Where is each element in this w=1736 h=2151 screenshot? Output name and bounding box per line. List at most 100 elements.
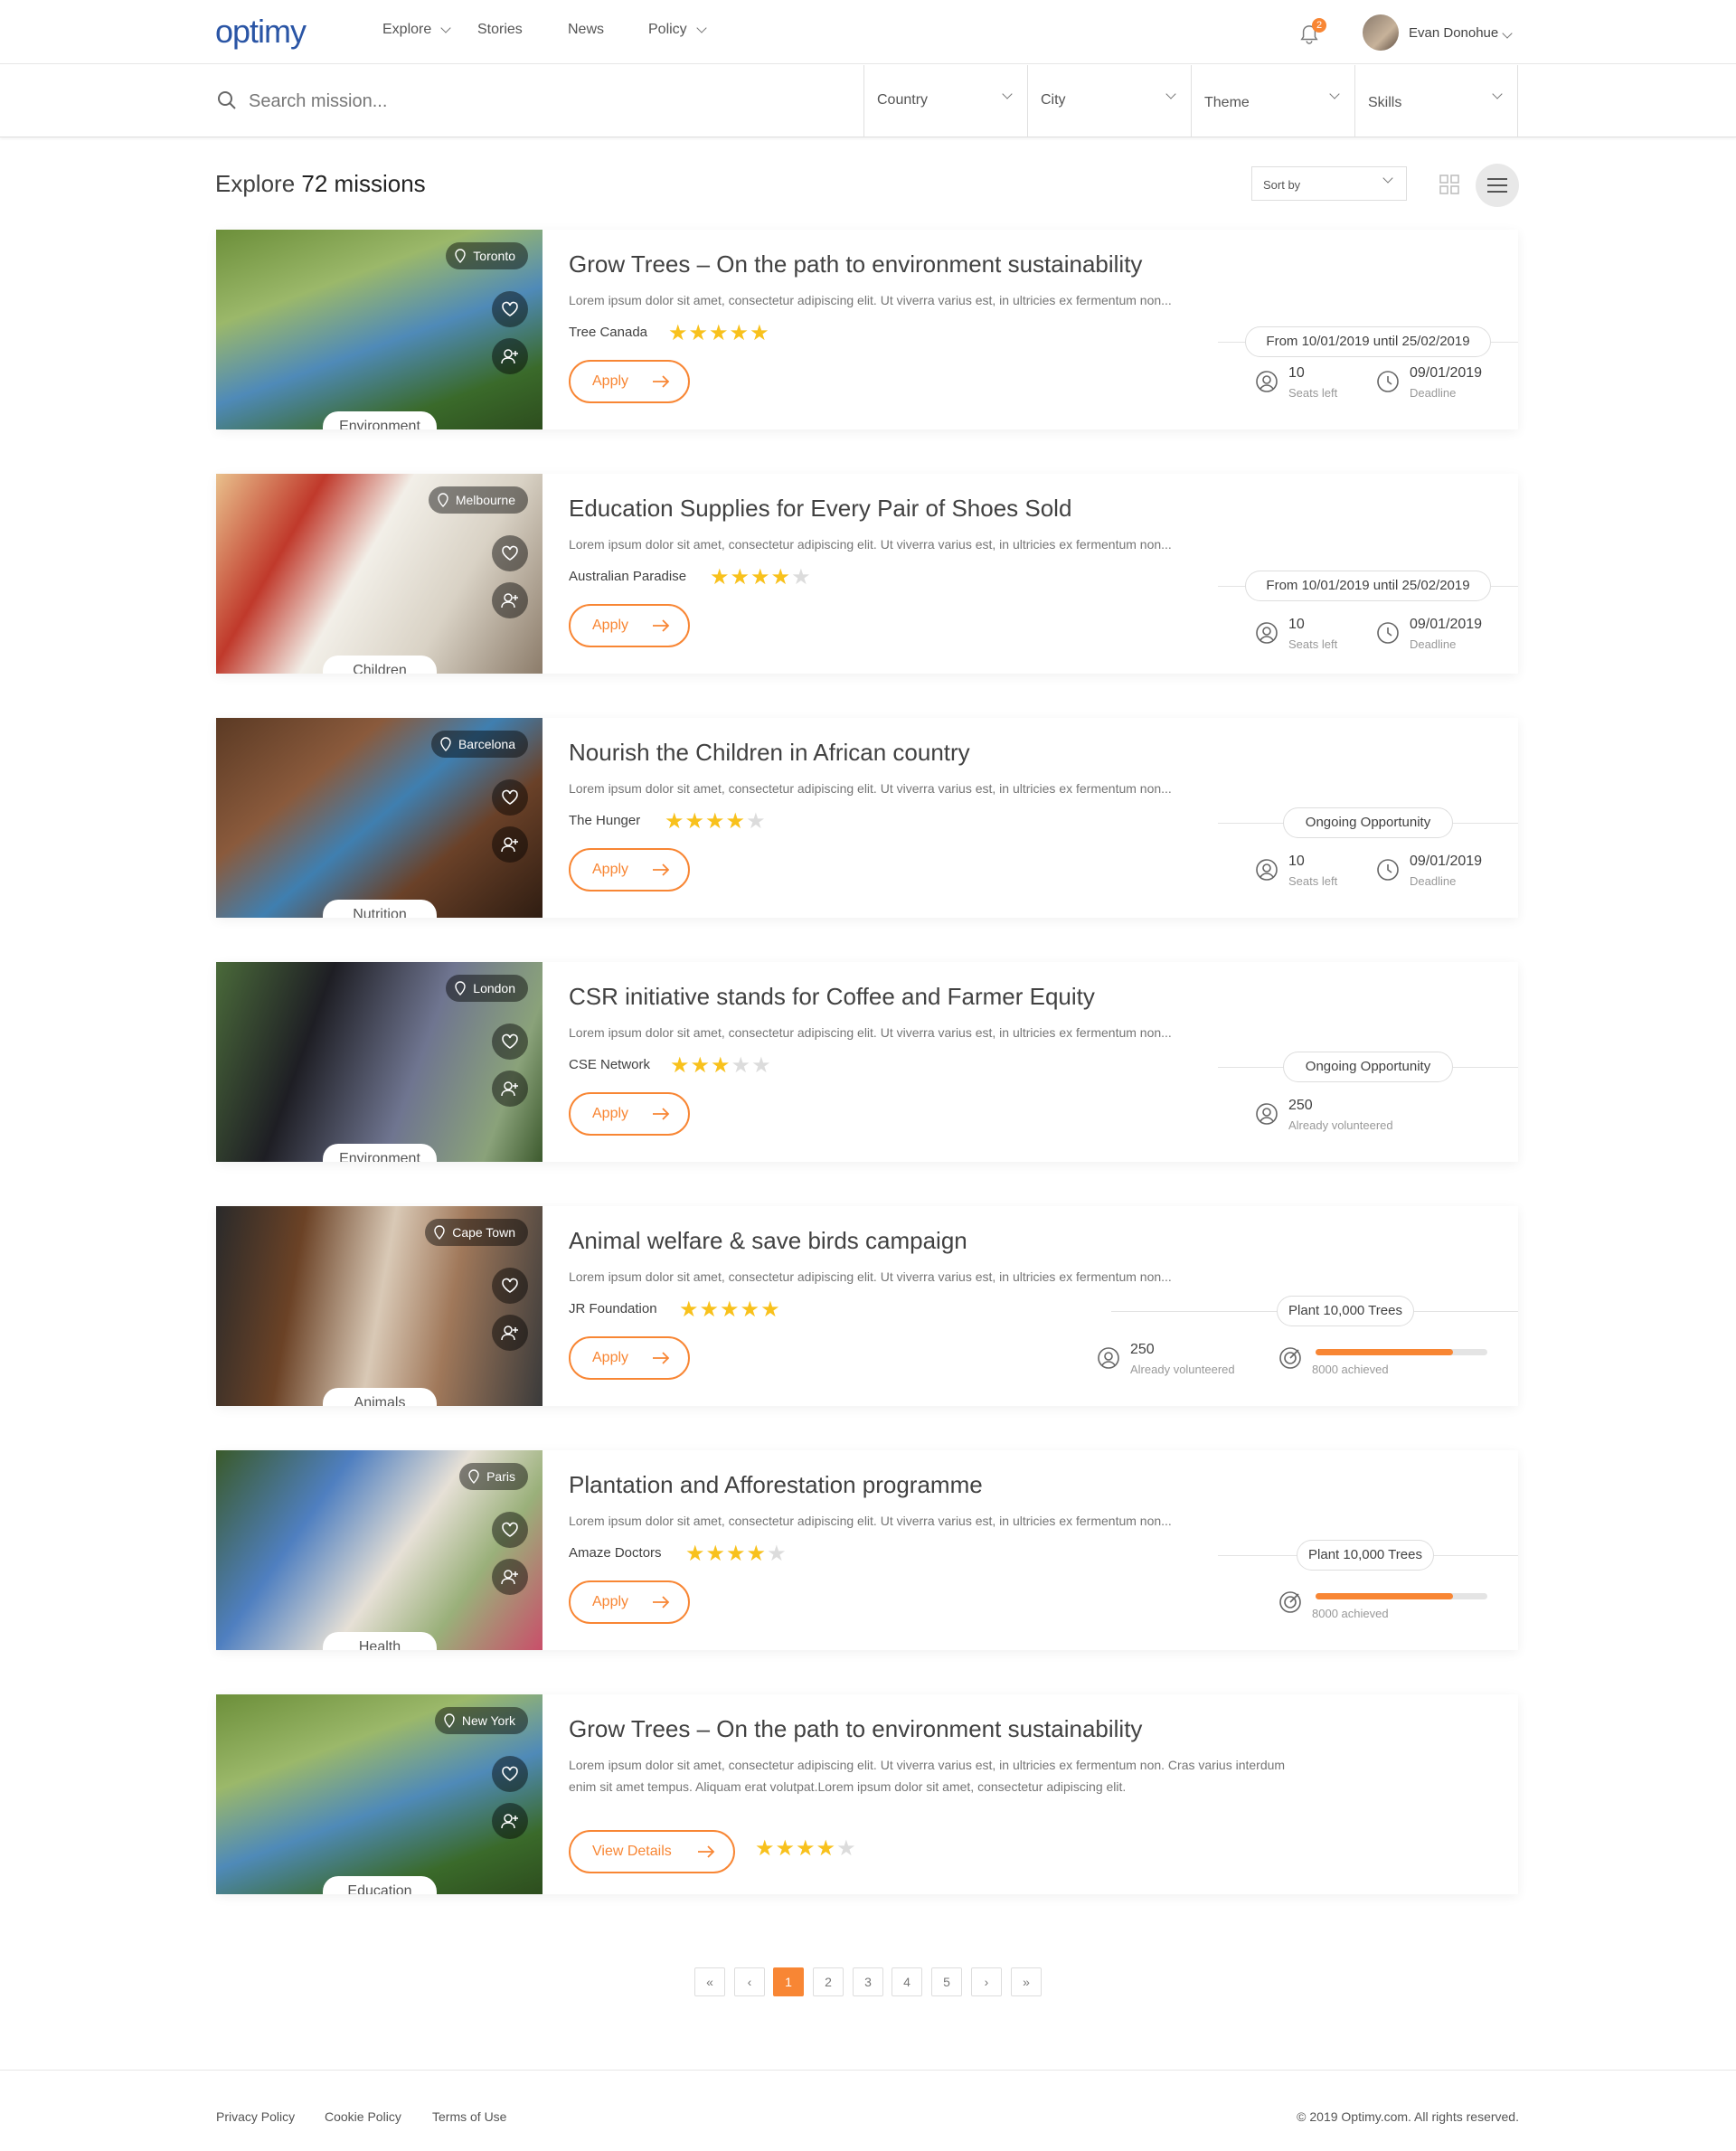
chevron-down-icon: [1002, 89, 1013, 99]
location-badge: London: [446, 975, 528, 1002]
favorite-button[interactable]: [492, 1268, 528, 1304]
chevron-down-icon: [1382, 173, 1393, 184]
apply-label: Apply: [592, 618, 629, 633]
filter-country[interactable]: Country: [863, 65, 1027, 137]
rating-stars: ★★★★★: [670, 1053, 772, 1078]
arrow-right-icon: [653, 1352, 670, 1364]
recommend-button[interactable]: [492, 826, 528, 863]
mission-title[interactable]: Plantation and Afforestation programme: [569, 1471, 983, 1499]
nav-news-label: News: [568, 22, 605, 37]
goal-pill: Plant 10,000 Trees: [1277, 1296, 1414, 1326]
arrow-right-icon: [653, 863, 670, 876]
pagination-page-1[interactable]: 1: [773, 1967, 804, 1996]
location-badge: Toronto: [446, 242, 528, 269]
date-range-pill: From 10/01/2019 until 25/02/2019: [1245, 326, 1491, 357]
pagination-prev[interactable]: ‹: [734, 1967, 765, 1996]
goal-progress-fill: [1316, 1593, 1453, 1599]
recommend-button[interactable]: [492, 1315, 528, 1351]
recommend-button[interactable]: [492, 338, 528, 374]
seats-label: Seats left: [1288, 386, 1338, 400]
arrow-right-icon: [653, 1108, 670, 1120]
search-input[interactable]: [249, 88, 836, 115]
mission-title[interactable]: Grow Trees – On the path to environment …: [569, 250, 1142, 278]
sort-by-select[interactable]: Sort by: [1251, 166, 1407, 201]
apply-label: Apply: [592, 1106, 629, 1121]
recommend-button[interactable]: [492, 1803, 528, 1839]
seats-label: Seats left: [1288, 637, 1338, 651]
cookie-policy-link[interactable]: Cookie Policy: [325, 2109, 401, 2124]
pagination-first[interactable]: «: [694, 1967, 725, 1996]
logo[interactable]: optimy: [215, 13, 307, 51]
pagination-page-2[interactable]: 2: [813, 1967, 844, 1996]
mission-title[interactable]: CSR initiative stands for Coffee and Far…: [569, 983, 1095, 1011]
nav-explore[interactable]: Explore: [382, 22, 451, 38]
apply-button[interactable]: Apply: [569, 1092, 690, 1136]
clock-icon: [1377, 622, 1399, 644]
clock-icon: [1377, 859, 1399, 881]
apply-button[interactable]: Apply: [569, 848, 690, 892]
pagination-last[interactable]: »: [1011, 1967, 1042, 1996]
nav-explore-label: Explore: [382, 22, 432, 37]
map-pin-icon: [468, 1469, 479, 1484]
theme-badge: Environment: [323, 411, 437, 429]
nav-stories[interactable]: Stories: [477, 22, 523, 38]
user-menu[interactable]: Evan Donohue: [1409, 25, 1513, 41]
mission-title[interactable]: Nourish the Children in African country: [569, 739, 970, 767]
mission-card: Melbourne Children Education Supplies fo…: [216, 474, 1518, 674]
apply-label: Apply: [592, 1350, 629, 1365]
apply-button[interactable]: Apply: [569, 1580, 690, 1624]
recommend-button[interactable]: [492, 1071, 528, 1107]
recommend-button[interactable]: [492, 582, 528, 618]
avatar[interactable]: [1363, 14, 1399, 51]
pagination-page-3[interactable]: 3: [853, 1967, 883, 1996]
seats-icon: [1256, 371, 1278, 392]
apply-button[interactable]: Apply: [569, 360, 690, 403]
recommend-button[interactable]: [492, 1559, 528, 1595]
apply-label: Apply: [592, 1594, 629, 1609]
mission-count: 72 missions: [301, 170, 426, 197]
favorite-button[interactable]: [492, 1512, 528, 1548]
favorite-button[interactable]: [492, 779, 528, 816]
favorite-button[interactable]: [492, 535, 528, 571]
privacy-policy-link[interactable]: Privacy Policy: [216, 2109, 295, 2124]
chevron-down-icon: [440, 23, 451, 33]
list-view-button[interactable]: [1476, 164, 1519, 207]
chevron-down-icon: [1329, 89, 1340, 99]
deadline-value: 09/01/2019: [1410, 365, 1483, 381]
filter-city[interactable]: City: [1027, 65, 1191, 137]
organization-name: Australian Paradise: [569, 569, 687, 584]
favorite-button[interactable]: [492, 1756, 528, 1792]
nav-news[interactable]: News: [568, 22, 604, 38]
arrow-right-icon: [698, 1845, 715, 1858]
filter-city-label: City: [1041, 92, 1066, 108]
mission-title[interactable]: Grow Trees – On the path to environment …: [569, 1715, 1142, 1743]
seats-value: 10: [1288, 854, 1305, 869]
pagination-next[interactable]: ›: [971, 1967, 1002, 1996]
filter-skills[interactable]: Skills: [1354, 65, 1518, 137]
view-details-label: View Details: [592, 1844, 672, 1859]
status-pill: Ongoing Opportunity: [1283, 807, 1453, 838]
apply-button[interactable]: Apply: [569, 1336, 690, 1380]
mission-card: Barcelona Nutrition Nourish the Children…: [216, 718, 1518, 918]
terms-of-use-link[interactable]: Terms of Use: [432, 2109, 506, 2124]
nav-policy[interactable]: Policy: [648, 22, 707, 38]
view-details-button[interactable]: View Details: [569, 1830, 735, 1873]
arrow-right-icon: [653, 375, 670, 388]
grid-view-icon[interactable]: [1439, 175, 1459, 194]
pagination-page-5[interactable]: 5: [931, 1967, 962, 1996]
favorite-button[interactable]: [492, 1024, 528, 1060]
favorite-button[interactable]: [492, 291, 528, 327]
apply-label: Apply: [592, 373, 629, 389]
pagination-page-4[interactable]: 4: [892, 1967, 922, 1996]
mission-title[interactable]: Animal welfare & save birds campaign: [569, 1227, 967, 1255]
location-label: Melbourne: [455, 493, 515, 507]
mission-title[interactable]: Education Supplies for Every Pair of Sho…: [569, 495, 1071, 523]
footer: Privacy Policy Cookie Policy Terms of Us…: [0, 2070, 1736, 2151]
location-badge: Paris: [459, 1463, 528, 1490]
rating-stars: ★★★★★: [679, 1297, 781, 1322]
theme-badge: Nutrition: [323, 900, 437, 918]
filter-theme[interactable]: Theme: [1191, 65, 1354, 137]
apply-button[interactable]: Apply: [569, 604, 690, 647]
organization-name: CSE Network: [569, 1057, 651, 1072]
volunteers-icon: [1098, 1347, 1119, 1369]
